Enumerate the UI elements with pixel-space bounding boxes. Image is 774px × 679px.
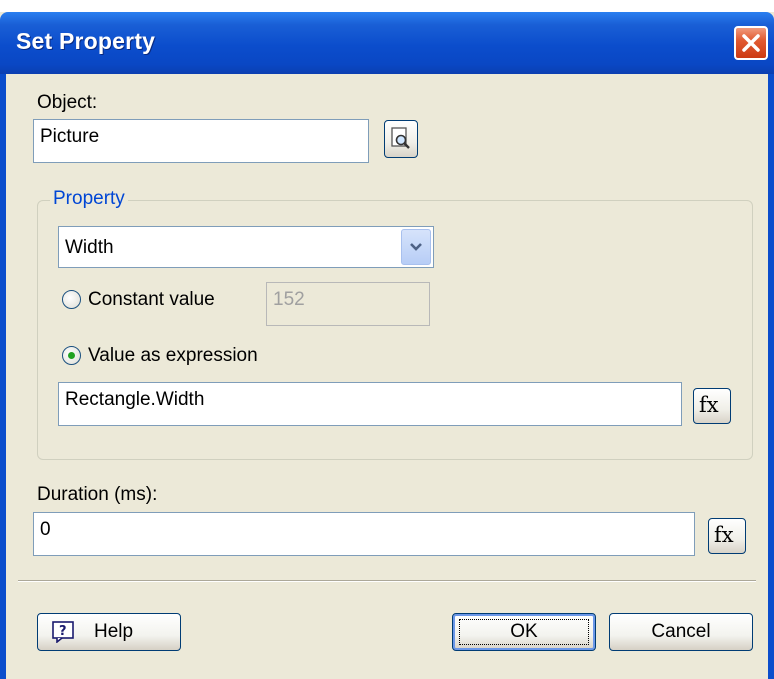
help-button[interactable]: ? Help <box>37 613 181 651</box>
help-button-label: Help <box>94 621 134 642</box>
title-bar[interactable]: Set Property <box>0 12 774 74</box>
constant-value-field[interactable]: 152 <box>266 282 430 326</box>
value-as-expression-radio[interactable] <box>62 346 81 365</box>
duration-field[interactable]: 0 <box>33 512 695 556</box>
object-label: Object: <box>37 92 98 113</box>
close-button[interactable] <box>734 26 768 60</box>
duration-label: Duration (ms): <box>37 484 158 505</box>
expression-fx-button[interactable]: fx <box>693 388 731 424</box>
expression-field[interactable]: Rectangle.Width <box>58 382 682 426</box>
close-icon <box>742 34 760 52</box>
property-select-value: Width <box>65 237 114 258</box>
footer-separator <box>18 580 756 582</box>
magnifier-icon <box>391 127 410 149</box>
window-frame-left <box>0 74 6 679</box>
ok-button[interactable]: OK <box>452 613 596 651</box>
property-group-label: Property <box>50 188 128 210</box>
question-icon: ? <box>52 621 74 643</box>
dialog-title: Set Property <box>16 28 156 54</box>
constant-value-label[interactable]: Constant value <box>88 289 215 311</box>
object-field[interactable]: Picture <box>33 119 369 163</box>
value-as-expression-label[interactable]: Value as expression <box>88 345 258 367</box>
window-frame-right <box>768 74 774 679</box>
function-icon: fx <box>699 393 719 417</box>
duration-fx-button[interactable]: fx <box>708 518 746 554</box>
dropdown-arrow-button[interactable] <box>401 229 431 265</box>
top-edge <box>0 0 774 12</box>
constant-value-radio[interactable] <box>62 290 81 309</box>
radio-selected-dot <box>68 352 75 359</box>
cancel-button-label: Cancel <box>651 621 711 642</box>
svg-text:?: ? <box>59 624 67 639</box>
function-icon: fx <box>714 523 734 547</box>
property-select[interactable]: Width <box>58 226 434 268</box>
chevron-down-icon <box>410 243 422 251</box>
cancel-button[interactable]: Cancel <box>609 613 753 651</box>
browse-object-button[interactable] <box>384 120 418 158</box>
focus-indicator <box>459 619 589 645</box>
